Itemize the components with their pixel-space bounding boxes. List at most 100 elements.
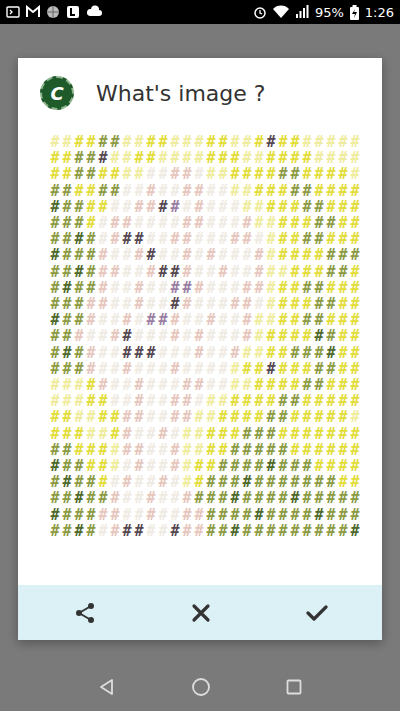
cancel-button[interactable] [185,597,217,629]
art-char: # [157,134,169,150]
art-char: # [325,409,337,425]
art-char: # [181,393,193,409]
art-char: # [253,345,265,361]
art-char: # [97,183,109,199]
dialog: CWhat's image ?#########################… [18,58,382,640]
art-char: # [301,361,313,377]
art-char: # [169,490,181,506]
art-char: # [313,393,325,409]
art-char: # [97,296,109,312]
art-char: # [97,377,109,393]
art-row: ########################## [49,183,382,199]
art-char: # [313,426,325,442]
art-char: # [193,426,205,442]
art-char: # [145,247,157,263]
art-char: # [265,247,277,263]
art-row: ########################## [49,264,382,280]
art-char: # [313,345,325,361]
art-char: # [181,458,193,474]
art-char: # [193,166,205,182]
art-char: # [313,328,325,344]
art-char: # [325,345,337,361]
art-char: # [313,264,325,280]
art-char: # [205,231,217,247]
home-button[interactable] [185,671,217,703]
cloud-icon [86,5,102,19]
recents-button[interactable] [280,673,308,701]
art-char: # [253,312,265,328]
art-char: # [157,247,169,263]
art-char: # [157,183,169,199]
art-char: # [133,231,145,247]
art-char: # [169,474,181,490]
art-char: # [349,312,361,328]
art-char: # [289,507,301,523]
art-char: # [193,442,205,458]
art-char: # [325,458,337,474]
art-char: # [133,312,145,328]
art-char: # [325,393,337,409]
art-char: # [349,134,361,150]
art-char: # [61,280,73,296]
art-char: # [217,345,229,361]
art-char: # [277,280,289,296]
art-char: # [337,231,349,247]
art-char: # [121,409,133,425]
art-char: # [49,264,61,280]
art-char: # [49,296,61,312]
art-char: # [145,442,157,458]
confirm-button[interactable] [300,598,334,628]
art-char: # [205,247,217,263]
art-char: # [301,426,313,442]
art-char: # [169,166,181,182]
art-char: # [193,328,205,344]
art-char: # [313,280,325,296]
art-char: # [145,458,157,474]
art-char: # [169,409,181,425]
art-char: # [301,474,313,490]
back-button[interactable] [92,672,122,702]
art-char: # [205,215,217,231]
art-char: # [169,328,181,344]
art-char: # [61,231,73,247]
art-char: # [73,247,85,263]
art-char: # [337,166,349,182]
check-icon [306,604,328,622]
art-char: # [337,507,349,523]
art-char: # [277,296,289,312]
art-char: # [301,507,313,523]
home-icon [191,677,211,697]
art-char: # [169,231,181,247]
art-char: # [49,199,61,215]
art-char: # [241,247,253,263]
art-char: # [73,296,85,312]
art-char: # [265,458,277,474]
art-char: # [85,458,97,474]
art-char: # [301,183,313,199]
art-char: # [109,312,121,328]
art-char: # [205,328,217,344]
art-char: # [121,377,133,393]
art-char: # [325,183,337,199]
art-char: # [157,231,169,247]
art-char: # [217,215,229,231]
art-char: # [229,345,241,361]
art-char: # [253,409,265,425]
art-char: # [289,280,301,296]
art-char: # [253,490,265,506]
art-char: # [145,507,157,523]
art-char: # [157,523,169,539]
art-char: # [241,199,253,215]
art-char: # [229,523,241,539]
art-char: # [109,247,121,263]
share-button[interactable] [68,596,102,630]
art-char: # [277,490,289,506]
art-char: # [181,231,193,247]
art-row: ########################## [49,474,382,490]
art-char: # [337,134,349,150]
art-char: # [181,150,193,166]
art-char: # [145,215,157,231]
art-char: # [157,199,169,215]
art-char: # [265,280,277,296]
art-char: # [325,280,337,296]
